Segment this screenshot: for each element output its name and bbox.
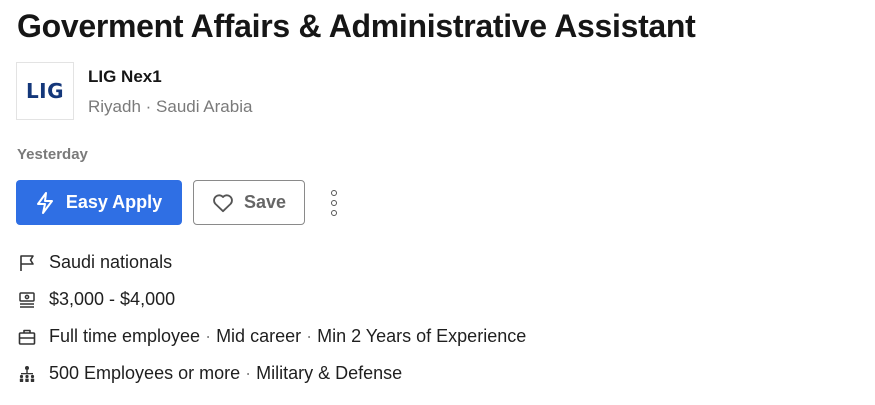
more-vertical-icon xyxy=(331,190,337,196)
company-name[interactable]: LIG Nex1 xyxy=(88,67,162,87)
company-info-row: 500 Employees or more · Military & Defen… xyxy=(17,363,402,384)
people-icon xyxy=(17,364,37,384)
salary-text: $3,000 - $4,000 xyxy=(49,289,176,309)
posted-date: Yesterday xyxy=(17,146,88,163)
job-title: Goverment Affairs & Administrative Assis… xyxy=(17,8,696,44)
company-logo-text: LIG xyxy=(25,79,65,103)
easy-apply-button[interactable]: Easy Apply xyxy=(16,180,182,225)
save-label: Save xyxy=(243,192,287,212)
heart-icon xyxy=(213,193,233,212)
salary-icon xyxy=(17,290,37,310)
save-button[interactable]: Save xyxy=(193,180,305,225)
experience-requirement: Min 2 Years of Experience xyxy=(317,326,527,346)
lightning-icon xyxy=(36,191,53,214)
employment-row: Full time employee · Mid career · Min 2 … xyxy=(17,326,526,347)
nationality-text: Saudi nationals xyxy=(49,252,173,272)
employment-type: Full time employee xyxy=(49,326,201,346)
flag-icon xyxy=(17,253,37,273)
nationality-row: Saudi nationals xyxy=(17,252,172,273)
briefcase-icon xyxy=(17,327,37,347)
salary-row: $3,000 - $4,000 xyxy=(17,289,175,310)
job-location: Riyadh · Saudi Arabia xyxy=(88,97,253,116)
company-industry: Military & Defense xyxy=(256,363,403,383)
company-logo[interactable]: LIG xyxy=(16,62,74,120)
easy-apply-label: Easy Apply xyxy=(65,192,163,212)
career-level: Mid career xyxy=(216,326,302,346)
more-options-button[interactable] xyxy=(322,183,346,223)
company-size: 500 Employees or more xyxy=(49,363,241,383)
